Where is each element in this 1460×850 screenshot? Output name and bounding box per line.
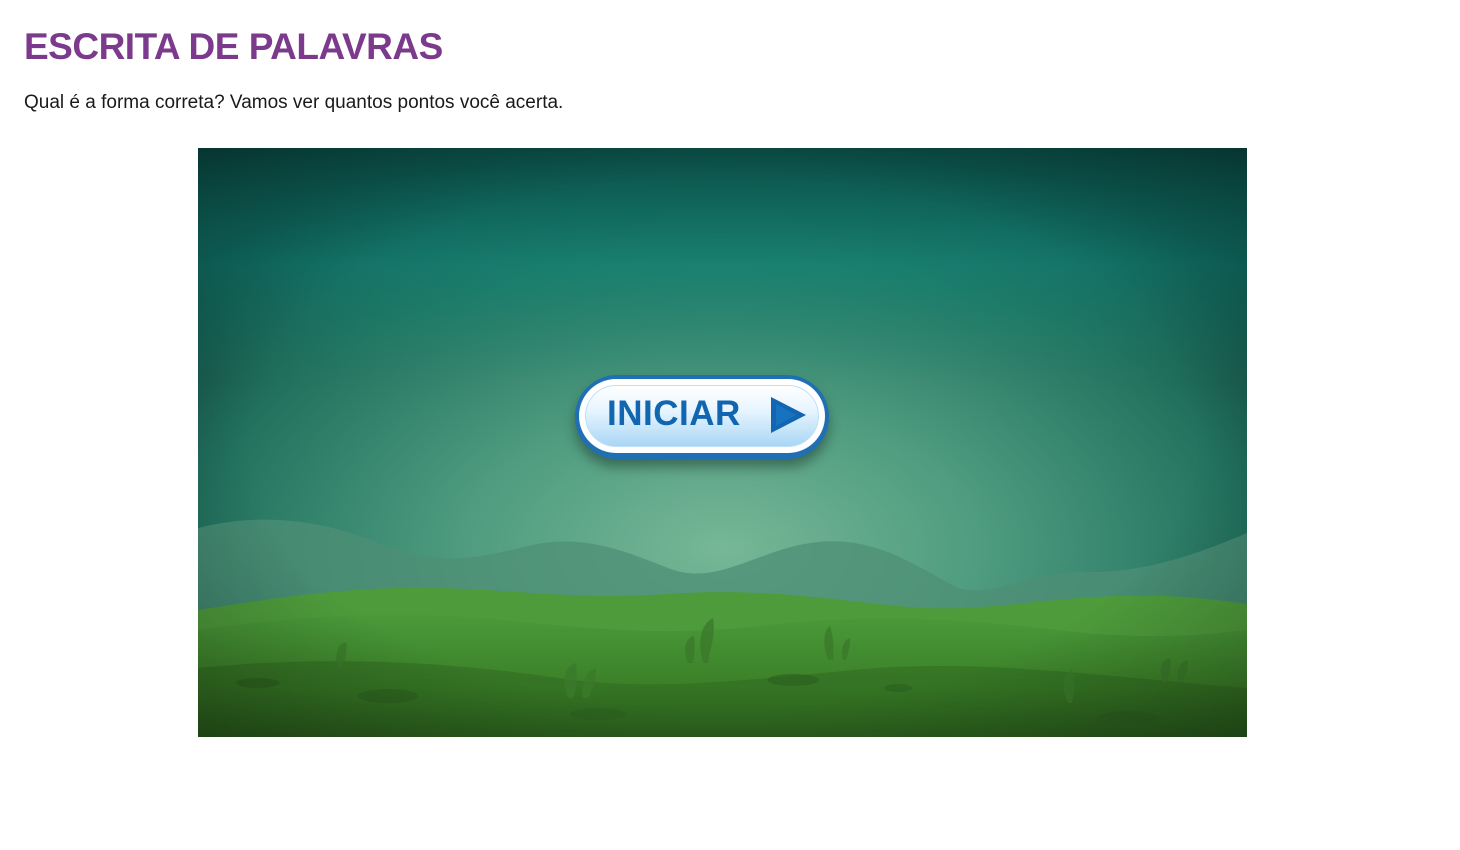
start-button-label: INICIAR: [607, 394, 741, 433]
play-triangle-icon: [771, 397, 806, 433]
page: ESCRITA DE PALAVRAS Qual é a forma corre…: [0, 0, 1460, 850]
start-button[interactable]: INICIAR: [575, 375, 829, 459]
page-subtitle: Qual é a forma correta? Vamos ver quanto…: [24, 92, 564, 113]
page-title: ESCRITA DE PALAVRAS: [24, 26, 443, 67]
game-canvas[interactable]: INICIAR: [198, 148, 1247, 737]
